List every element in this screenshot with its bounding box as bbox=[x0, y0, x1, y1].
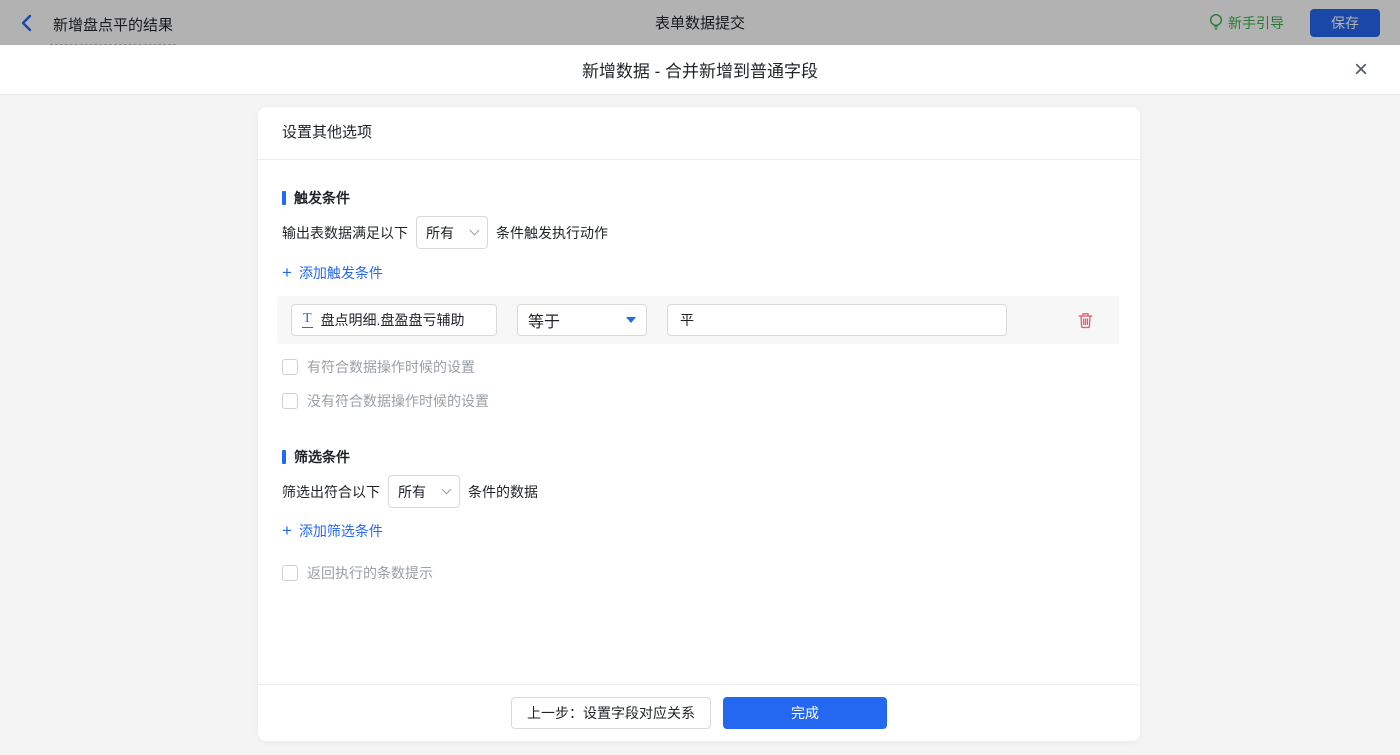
plus-icon: + bbox=[282, 521, 292, 540]
count-tip-label: 返回执行的条数提示 bbox=[307, 565, 433, 581]
document-title[interactable]: 新增盘点平的结果 bbox=[50, 14, 177, 45]
trash-icon bbox=[1078, 312, 1093, 329]
beginner-guide-link[interactable]: 新手引导 bbox=[1209, 13, 1284, 33]
section-accent-bar bbox=[282, 191, 286, 205]
condition-value-input[interactable] bbox=[668, 305, 1006, 335]
card-body: 触发条件 输出表数据满足以下 所有 条件触发执行动作 + 添加触发条件 T 盘点… bbox=[258, 188, 1140, 583]
filter-match-select[interactable]: 所有 bbox=[388, 475, 460, 508]
close-icon[interactable]: × bbox=[1348, 56, 1374, 84]
no-match-label: 没有符合数据操作时候的设置 bbox=[307, 393, 489, 409]
no-match-setting-row: 没有符合数据操作时候的设置 bbox=[282, 391, 1116, 411]
previous-step-button[interactable]: 上一步：设置字段对应关系 bbox=[511, 697, 711, 729]
chevron-down-icon bbox=[469, 225, 480, 236]
page-title: 表单数据提交 bbox=[654, 15, 746, 32]
add-trigger-condition-label: 添加触发条件 bbox=[298, 265, 383, 281]
back-button[interactable] bbox=[20, 13, 34, 33]
trigger-match-value: 所有 bbox=[426, 224, 454, 241]
section-accent-bar bbox=[282, 450, 286, 464]
lightbulb-icon bbox=[1209, 13, 1223, 32]
filter-sentence-suffix: 条件的数据 bbox=[468, 483, 538, 500]
count-tip-checkbox[interactable] bbox=[282, 565, 298, 581]
chevron-down-icon bbox=[441, 484, 452, 495]
filter-section-title: 筛选条件 bbox=[282, 447, 1116, 467]
trigger-section-title: 触发条件 bbox=[282, 188, 1116, 208]
condition-field-name: 盘点明细.盘盈盘亏辅助 bbox=[320, 312, 465, 328]
modal-title: 新增数据 - 合并新增到普通字段 bbox=[581, 62, 819, 81]
condition-operator-select[interactable]: 等于 bbox=[517, 304, 647, 336]
done-button[interactable]: 完成 bbox=[723, 697, 887, 729]
plus-icon: + bbox=[282, 263, 292, 282]
card-footer: 上一步：设置字段对应关系 完成 bbox=[258, 684, 1140, 741]
condition-field-picker[interactable]: T 盘点明细.盘盈盘亏辅助 bbox=[291, 304, 497, 336]
trigger-condition-row: T 盘点明细.盘盈盘亏辅助 等于 bbox=[277, 296, 1119, 344]
condition-operator-value: 等于 bbox=[528, 314, 561, 331]
text-field-type-icon: T bbox=[302, 311, 313, 328]
filter-sentence: 筛选出符合以下 所有 条件的数据 bbox=[282, 475, 1116, 508]
triangle-down-icon bbox=[626, 317, 636, 323]
no-match-checkbox[interactable] bbox=[282, 393, 298, 409]
trigger-match-select[interactable]: 所有 bbox=[416, 216, 488, 249]
has-match-label: 有符合数据操作时候的设置 bbox=[307, 359, 475, 375]
filter-match-value: 所有 bbox=[398, 483, 426, 500]
save-button[interactable]: 保存 bbox=[1310, 8, 1380, 37]
delete-condition-button[interactable] bbox=[1078, 312, 1093, 329]
trigger-sentence-suffix: 条件触发执行动作 bbox=[496, 224, 608, 241]
options-card: 设置其他选项 触发条件 输出表数据满足以下 所有 条件触发执行动作 + 添加触发… bbox=[258, 107, 1140, 741]
modal-header: 新增数据 - 合并新增到普通字段 × bbox=[0, 45, 1400, 95]
add-trigger-condition-link[interactable]: + 添加触发条件 bbox=[282, 263, 383, 283]
card-title: 设置其他选项 bbox=[258, 107, 1140, 160]
add-filter-condition-label: 添加筛选条件 bbox=[298, 523, 383, 539]
add-filter-condition-link[interactable]: + 添加筛选条件 bbox=[282, 521, 383, 541]
trigger-sentence: 输出表数据满足以下 所有 条件触发执行动作 bbox=[282, 216, 1116, 249]
count-tip-row: 返回执行的条数提示 bbox=[282, 563, 1116, 583]
has-match-checkbox[interactable] bbox=[282, 359, 298, 375]
condition-value-wrapper bbox=[667, 304, 1007, 336]
beginner-guide-label: 新手引导 bbox=[1228, 14, 1284, 31]
chevron-left-icon bbox=[20, 13, 34, 33]
app-topbar: 新增盘点平的结果 表单数据提交 新手引导 保存 bbox=[0, 0, 1400, 45]
trigger-sentence-prefix: 输出表数据满足以下 bbox=[282, 224, 408, 241]
filter-sentence-prefix: 筛选出符合以下 bbox=[282, 483, 380, 500]
has-match-setting-row: 有符合数据操作时候的设置 bbox=[282, 357, 1116, 377]
add-data-modal: 新增数据 - 合并新增到普通字段 × 设置其他选项 触发条件 输出表数据满足以下… bbox=[0, 45, 1400, 755]
topbar-actions: 新手引导 保存 bbox=[1209, 8, 1380, 37]
